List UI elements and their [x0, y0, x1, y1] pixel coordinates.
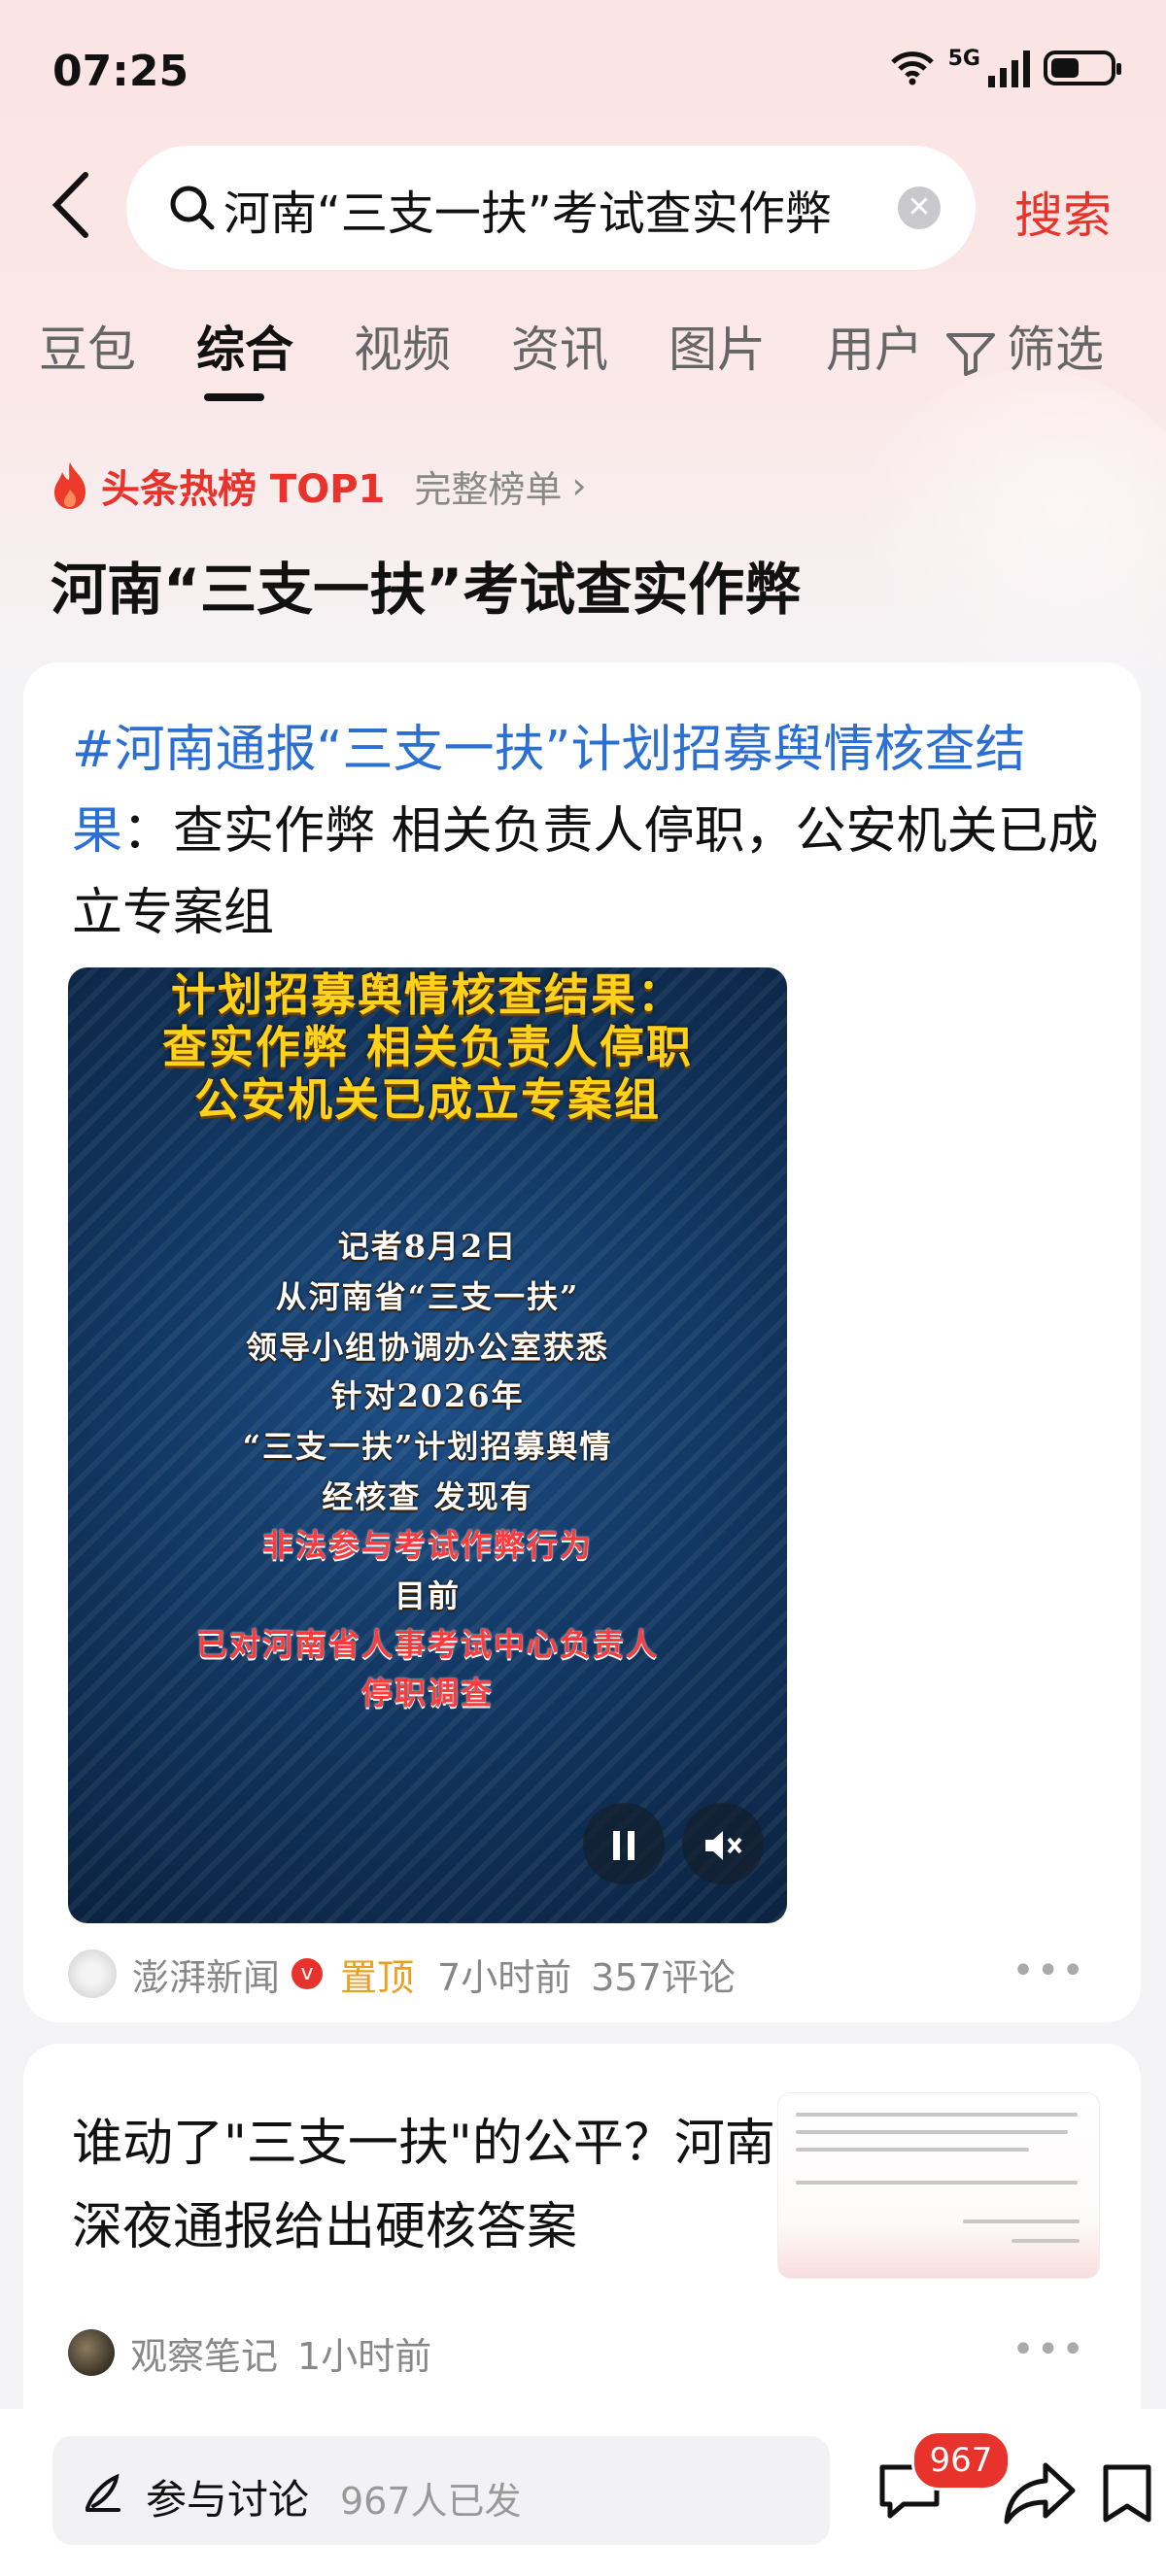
battery-icon — [1044, 51, 1121, 85]
verified-icon: v — [292, 1958, 324, 1989]
news-thumbnail[interactable] — [777, 2092, 1100, 2279]
wifi-icon — [890, 51, 934, 85]
share-icon[interactable] — [1001, 2459, 1079, 2527]
news-title[interactable]: 谁动了"三支一扶"的公平？河南深夜通报给出硬核答案 — [72, 2102, 781, 2269]
search-button[interactable]: 搜索 — [1014, 177, 1112, 247]
news-meta: 澎湃新闻 v 置顶 7小时前 357评论 — [68, 1945, 736, 2003]
comment-badge: 967 — [911, 2430, 1011, 2491]
full-list-link[interactable]: 完整榜单 — [414, 459, 562, 513]
tab-doubao[interactable]: 豆包 — [39, 311, 136, 381]
video-caption-line: 针对2026年 — [330, 1377, 525, 1414]
news-card[interactable]: 谁动了"三支一扶"的公平？河南深夜通报给出硬核答案 观察笔记 1小时前 ••• — [23, 2044, 1141, 2413]
pause-icon — [613, 1831, 634, 1860]
tab-general[interactable]: 综合 — [196, 311, 293, 381]
filter-button[interactable]: 筛选 — [944, 311, 1104, 381]
post-time: 1小时前 — [297, 2334, 432, 2378]
news-meta: 观察笔记 1小时前 — [68, 2323, 431, 2382]
hot-rank-row[interactable]: 头条热榜 TOP1 完整榜单 › — [49, 457, 587, 515]
discuss-input[interactable]: 参与讨论 967人已发 — [52, 2436, 830, 2545]
source-avatar[interactable] — [68, 2329, 115, 2376]
discuss-count: 967人已发 — [340, 2480, 522, 2523]
more-icon[interactable]: ••• — [1012, 2327, 1086, 2372]
video-caption-line: 从河南省“三支一扶” — [275, 1278, 580, 1315]
flame-icon — [54, 462, 86, 509]
video-caption-line: 领导小组协调办公室获悉 — [245, 1329, 609, 1366]
active-tab-indicator — [204, 393, 264, 401]
hot-rank-label: 头条热榜 TOP1 — [101, 467, 386, 512]
back-button[interactable] — [49, 171, 107, 249]
search-box[interactable]: 河南“三支一扶”考试查实作弊 ✕ — [126, 146, 976, 270]
comment-count[interactable]: 357评论 — [591, 1948, 736, 2001]
tab-news[interactable]: 资讯 — [511, 311, 608, 381]
discuss-label: 参与讨论 — [146, 2476, 310, 2524]
video-caption-line: 非法参与考试作弊行为 — [261, 1527, 593, 1564]
video-caption-line: 记者8月2日 — [337, 1228, 518, 1265]
source-name[interactable]: 观察笔记 — [130, 2326, 278, 2380]
search-icon — [170, 186, 215, 230]
video-caption-line: 停职调查 — [360, 1675, 494, 1712]
news-card[interactable]: #河南通报“三支一扶”计划招募舆情核查结果：查实作弊 相关负责人停职，公安机关已… — [23, 662, 1141, 2022]
favorite-icon[interactable] — [1098, 2459, 1156, 2527]
video-caption-line: “三支一扶”计划招募舆情 — [242, 1428, 613, 1465]
filter-icon — [946, 332, 995, 376]
video-caption-line: 经核查 发现有 — [322, 1478, 533, 1515]
video-caption-line: 目前 — [394, 1577, 461, 1614]
source-name[interactable]: 澎湃新闻 — [132, 1948, 280, 2001]
chevron-left-icon — [51, 172, 88, 238]
network-type: 5G — [947, 47, 980, 71]
more-icon[interactable]: ••• — [1012, 1949, 1086, 1993]
news-title-text: ：查实作弊 相关负责人停职，公安机关已成立专案组 — [72, 802, 1099, 942]
status-bar: 07:25 5G — [0, 0, 1166, 146]
mute-icon — [705, 1831, 742, 1860]
pause-button[interactable] — [583, 1803, 665, 1884]
pen-icon — [86, 2473, 120, 2512]
video-player[interactable]: 计划招募舆情核查结果： 查实作弊 相关负责人停职 公安机关已成立专案组 记者8月… — [68, 967, 787, 1923]
video-caption-line: 已对河南省人事考试中心负责人 — [195, 1626, 659, 1663]
chevron-right-icon: › — [571, 464, 587, 507]
topic-title: 河南“三支一扶”考试查实作弊 — [51, 557, 802, 623]
bottom-bar: 参与讨论 967人已发 967 — [0, 2409, 1166, 2576]
search-input[interactable]: 河南“三支一扶”考试查实作弊 — [223, 175, 904, 243]
source-avatar[interactable] — [68, 1949, 117, 1998]
clear-icon[interactable]: ✕ — [898, 186, 941, 229]
filter-label: 筛选 — [1007, 322, 1104, 378]
tab-images[interactable]: 图片 — [669, 311, 766, 381]
video-caption-line: 公安机关已成立专案组 — [194, 1073, 661, 1126]
post-time: 7小时前 — [437, 1955, 572, 1999]
pinned-badge: 置顶 — [340, 1955, 415, 1999]
tab-users[interactable]: 用户 — [826, 311, 923, 381]
status-icons: 5G — [890, 47, 1121, 87]
tab-video[interactable]: 视频 — [354, 311, 451, 381]
mute-button[interactable] — [682, 1803, 764, 1884]
signal-icon — [988, 49, 1030, 87]
status-time: 07:25 — [52, 47, 189, 96]
news-title[interactable]: #河南通报“三支一扶”计划招募舆情核查结果：查实作弊 相关负责人停职，公安机关已… — [72, 709, 1102, 954]
